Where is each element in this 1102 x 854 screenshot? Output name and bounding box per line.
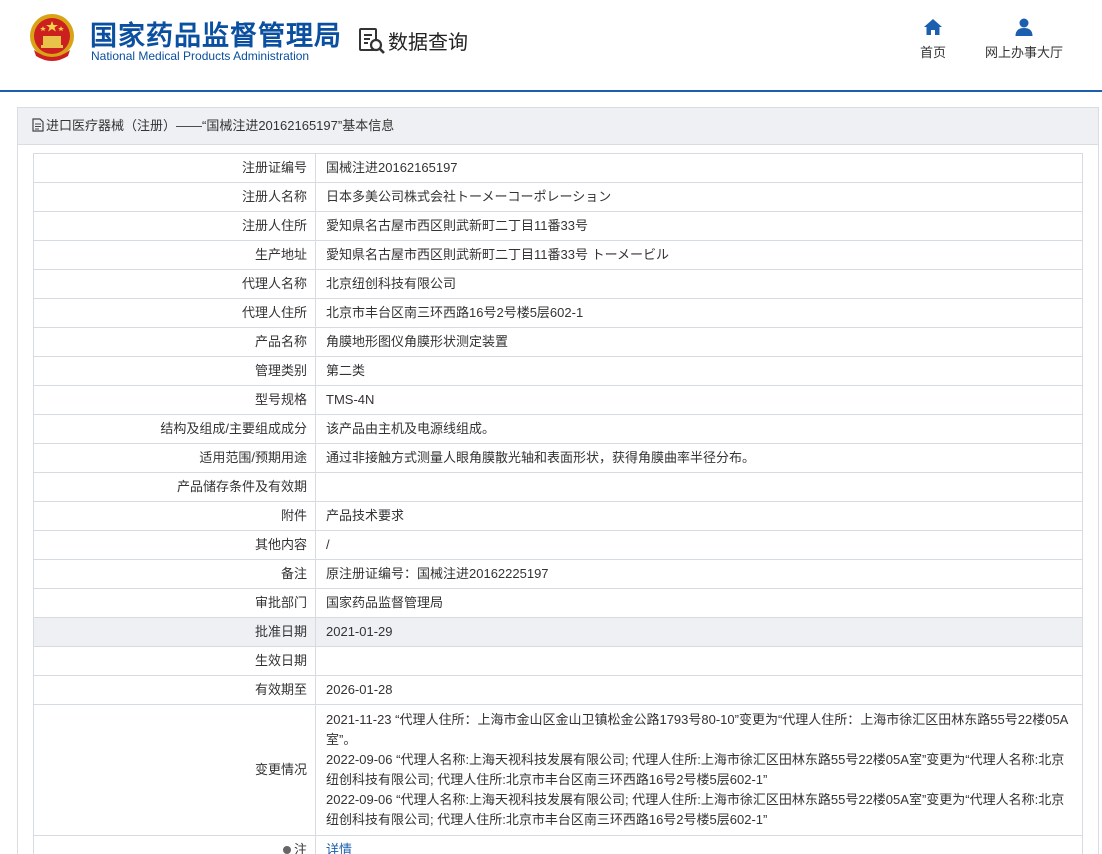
field-label: 附件 bbox=[33, 501, 316, 531]
field-value bbox=[315, 472, 1083, 502]
table-row: 生产地址 愛知県名古屋市西区則武新町二丁目11番33号 トーメービル bbox=[33, 240, 1083, 270]
field-value: 第二类 bbox=[315, 356, 1083, 386]
field-value: / bbox=[315, 530, 1083, 560]
field-label: 代理人住所 bbox=[33, 298, 316, 328]
national-emblem-icon bbox=[30, 14, 74, 61]
site-header: 国家药品监督管理局 National Medical Products Admi… bbox=[0, 0, 1102, 90]
table-row: 产品名称 角膜地形图仪角膜形状测定装置 bbox=[33, 327, 1083, 357]
field-value: 2021-01-29 bbox=[315, 617, 1083, 647]
note-label-cell: 注 bbox=[33, 835, 316, 854]
field-label: 备注 bbox=[33, 559, 316, 589]
field-value bbox=[315, 646, 1083, 676]
table-row: 注册证编号 国械注进20162165197 bbox=[33, 153, 1083, 183]
field-label: 适用范围/预期用途 bbox=[33, 443, 316, 473]
field-label: 变更情况 bbox=[33, 704, 316, 836]
table-row: 审批部门 国家药品监督管理局 bbox=[33, 588, 1083, 618]
table-row: 有效期至 2026-01-28 bbox=[33, 675, 1083, 705]
table-row: 型号规格 TMS-4N bbox=[33, 385, 1083, 415]
nav-online-hall-label: 网上办事大厅 bbox=[984, 45, 1063, 60]
table-row: 产品储存条件及有效期 bbox=[33, 472, 1083, 502]
table-row: 管理类别 第二类 bbox=[33, 356, 1083, 386]
field-label: 生产地址 bbox=[33, 240, 316, 270]
field-label: 代理人名称 bbox=[33, 269, 316, 299]
change-history: 2021-11-23 “代理人住所：上海市金山区金山卫镇松金公路1793号80-… bbox=[315, 704, 1083, 836]
field-value: 国家药品监督管理局 bbox=[315, 588, 1083, 618]
note-value-cell: 详情 bbox=[315, 835, 1083, 854]
field-label: 管理类别 bbox=[33, 356, 316, 386]
field-label: 产品名称 bbox=[33, 327, 316, 357]
table-row: 备注 原注册证编号：国械注进20162225197 bbox=[33, 559, 1083, 589]
document-search-icon bbox=[359, 28, 385, 54]
field-label: 批准日期 bbox=[33, 617, 316, 647]
table-row: 注册人名称 日本多美公司株式会社トーメーコーポレーション bbox=[33, 182, 1083, 212]
field-value: 国械注进20162165197 bbox=[315, 153, 1083, 183]
note-label: 注 bbox=[293, 842, 307, 854]
field-value: 日本多美公司株式会社トーメーコーポレーション bbox=[315, 182, 1083, 212]
field-label: 结构及组成/主要组成成分 bbox=[33, 414, 316, 444]
field-label: 有效期至 bbox=[33, 675, 316, 705]
brand-name-en: National Medical Products Administration bbox=[91, 49, 310, 63]
change-entry: 2021-11-23 “代理人住所：上海市金山区金山卫镇松金公路1793号80-… bbox=[326, 712, 1069, 747]
field-value: TMS-4N bbox=[315, 385, 1083, 415]
home-icon bbox=[924, 19, 942, 35]
header-divider bbox=[0, 90, 1102, 92]
table-row: 代理人名称 北京纽创科技有限公司 bbox=[33, 269, 1083, 299]
data-query-title: 数据查询 bbox=[388, 32, 468, 54]
field-label: 产品储存条件及有效期 bbox=[33, 472, 316, 502]
table-row-note: 注 详情 bbox=[33, 835, 1083, 854]
detail-panel: 进口医疗器械（注册）——“国械注进20162165197”基本信息 注册证编号国… bbox=[17, 107, 1099, 854]
table-row: 其他内容 / bbox=[33, 530, 1083, 560]
field-label: 审批部门 bbox=[33, 588, 316, 618]
panel-header: 进口医疗器械（注册）——“国械注进20162165197”基本信息 bbox=[18, 108, 1098, 145]
field-label: 注册证编号 bbox=[33, 153, 316, 183]
panel-title: 进口医疗器械（注册）——“国械注进20162165197”基本信息 bbox=[46, 118, 395, 133]
field-value: 北京纽创科技有限公司 bbox=[315, 269, 1083, 299]
field-value: 2026-01-28 bbox=[315, 675, 1083, 705]
field-value: 产品技术要求 bbox=[315, 501, 1083, 531]
field-label: 生效日期 bbox=[33, 646, 316, 676]
user-icon bbox=[1015, 18, 1033, 36]
field-value: 通过非接触方式测量人眼角膜散光轴和表面形状，获得角膜曲率半径分布。 bbox=[315, 443, 1083, 473]
table-row: 结构及组成/主要组成成分 该产品由主机及电源线组成。 bbox=[33, 414, 1083, 444]
nav-online-hall[interactable]: 网上办事大厅 bbox=[980, 18, 1068, 61]
field-label: 型号规格 bbox=[33, 385, 316, 415]
change-entry: 2022-09-06 “代理人名称:上海天视科技发展有限公司; 代理人住所:上海… bbox=[326, 792, 1065, 827]
table-row: 批准日期 2021-01-29 bbox=[33, 617, 1083, 647]
table-row-changes: 变更情况 2021-11-23 “代理人住所：上海市金山区金山卫镇松金公路179… bbox=[33, 704, 1083, 836]
nav-home-label: 首页 bbox=[919, 45, 946, 60]
table-row: 附件 产品技术要求 bbox=[33, 501, 1083, 531]
field-label: 其他内容 bbox=[33, 530, 316, 560]
field-value: 北京市丰台区南三环西路16号2号楼5层602-1 bbox=[315, 298, 1083, 328]
field-value: 原注册证编号：国械注进20162225197 bbox=[315, 559, 1083, 589]
bullet-icon bbox=[282, 846, 291, 854]
table-row: 代理人住所 北京市丰台区南三环西路16号2号楼5层602-1 bbox=[33, 298, 1083, 328]
brand-name-cn: 国家药品监督管理局 bbox=[90, 21, 342, 51]
field-value: 愛知県名古屋市西区則武新町二丁目11番33号 トーメービル bbox=[315, 240, 1083, 270]
field-label: 注册人住所 bbox=[33, 211, 316, 241]
field-label: 注册人名称 bbox=[33, 182, 316, 212]
field-value: 愛知県名古屋市西区則武新町二丁目11番33号 bbox=[315, 211, 1083, 241]
table-row: 适用范围/预期用途 通过非接触方式测量人眼角膜散光轴和表面形状，获得角膜曲率半径分… bbox=[33, 443, 1083, 473]
field-value: 该产品由主机及电源线组成。 bbox=[315, 414, 1083, 444]
table-row: 注册人住所 愛知県名古屋市西区則武新町二丁目11番33号 bbox=[33, 211, 1083, 241]
table-row: 生效日期 bbox=[33, 646, 1083, 676]
document-icon bbox=[32, 118, 44, 132]
field-value: 角膜地形图仪角膜形状测定装置 bbox=[315, 327, 1083, 357]
change-entry: 2022-09-06 “代理人名称:上海天视科技发展有限公司; 代理人住所:上海… bbox=[326, 752, 1065, 787]
details-link[interactable]: 详情 bbox=[326, 842, 352, 854]
nav-home[interactable]: 首页 bbox=[912, 18, 954, 61]
info-table: 注册证编号 国械注进20162165197 注册人名称 日本多美公司株式会社トーメー… bbox=[33, 153, 1083, 854]
